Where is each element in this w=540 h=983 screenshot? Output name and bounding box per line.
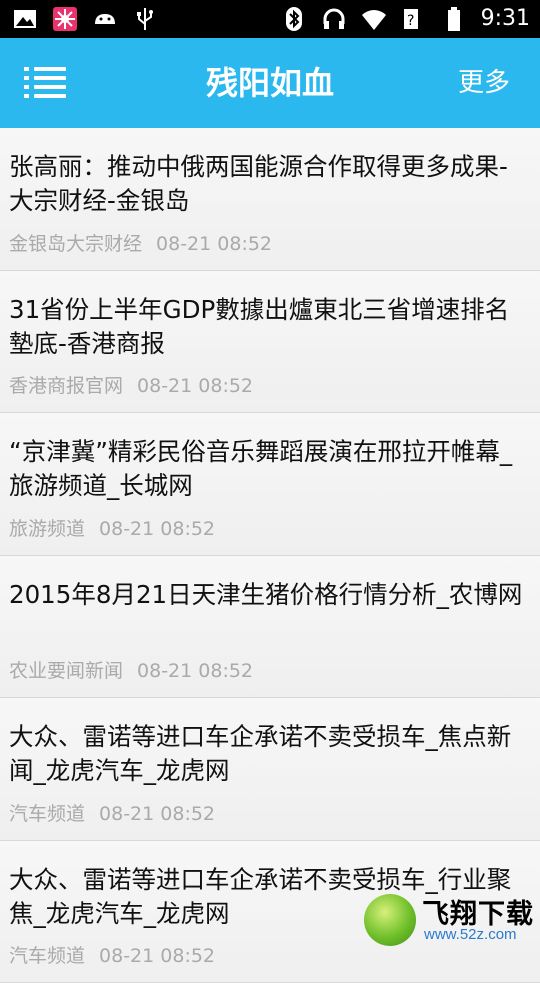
item-meta: 旅游频道 08-21 08:52	[9, 514, 215, 541]
app-bar: 残阳如血 更多	[0, 38, 540, 128]
item-time: 08-21 08:52	[137, 660, 253, 682]
watermark: 飞翔下载 www.52z.com	[364, 890, 534, 952]
usb-icon	[132, 6, 158, 32]
menu-dot	[24, 76, 29, 80]
item-meta: 香港商报官网 08-21 08:52	[9, 371, 253, 398]
item-time: 08-21 08:52	[99, 945, 215, 967]
item-source: 汽车频道	[9, 803, 85, 825]
list-item[interactable]: 2015年8月21日天津生猪价格行情分析_农博网 农业要闻新闻 08-21 08:…	[0, 556, 540, 699]
item-title: 大众、雷诺等进口车企承诺不卖受损车_焦点新闻_龙虎汽车_龙虎网	[9, 720, 530, 788]
item-source: 香港商报官网	[9, 375, 123, 397]
item-time: 08-21 08:52	[137, 375, 253, 397]
item-meta: 汽车频道 08-21 08:52	[9, 799, 215, 826]
menu-dot	[24, 85, 29, 89]
news-feed: 张高丽：推动中俄两国能源合作取得更多成果-大宗财经-金银岛 金银岛大宗财经 08-…	[0, 128, 540, 983]
item-time: 08-21 08:52	[99, 803, 215, 825]
item-time: 08-21 08:52	[156, 233, 272, 255]
status-bar: ? 9:31	[0, 0, 540, 38]
status-left	[12, 6, 158, 32]
item-title: “京津冀”精彩民俗音乐舞蹈展演在邢拉开帷幕_旅游频道_长城网	[9, 435, 530, 503]
list-item[interactable]: “京津冀”精彩民俗音乐舞蹈展演在邢拉开帷幕_旅游频道_长城网 旅游频道 08-21…	[0, 413, 540, 556]
item-source: 汽车频道	[9, 945, 85, 967]
status-right: ? 9:31	[281, 5, 530, 33]
battery-icon	[441, 6, 467, 32]
menu-line	[34, 67, 66, 71]
image-icon	[12, 6, 38, 32]
item-title: 张高丽：推动中俄两国能源合作取得更多成果-大宗财经-金银岛	[9, 150, 530, 218]
flower-icon	[52, 6, 78, 32]
status-time: 9:31	[481, 5, 530, 33]
menu-line	[34, 76, 66, 80]
leaf-logo-icon	[364, 894, 416, 946]
item-title: 31省份上半年GDP數據出爐東北三省增速排名墊底-香港商报	[9, 293, 530, 361]
list-item[interactable]: 大众、雷诺等进口车企承诺不卖受损车_焦点新闻_龙虎汽车_龙虎网 汽车频道 08-2…	[0, 698, 540, 841]
wifi-icon	[361, 6, 387, 32]
item-source: 金银岛大宗财经	[9, 233, 142, 255]
watermark-url: www.52z.com	[424, 926, 517, 943]
bluetooth-icon	[281, 6, 307, 32]
hamburger-menu-icon[interactable]	[24, 65, 68, 101]
item-source: 农业要闻新闻	[9, 660, 123, 682]
headphones-icon	[321, 6, 347, 32]
svg-text:?: ?	[407, 13, 414, 29]
menu-dot	[24, 94, 29, 98]
menu-line	[34, 85, 66, 89]
menu-dot	[24, 67, 29, 71]
android-icon	[92, 6, 118, 32]
list-item[interactable]: 31省份上半年GDP數據出爐東北三省增速排名墊底-香港商报 香港商报官网 08-2…	[0, 271, 540, 414]
signal-icon: ?	[401, 6, 427, 32]
item-meta: 金银岛大宗财经 08-21 08:52	[9, 229, 272, 256]
list-item[interactable]: 张高丽：推动中俄两国能源合作取得更多成果-大宗财经-金银岛 金银岛大宗财经 08-…	[0, 128, 540, 271]
item-meta: 农业要闻新闻 08-21 08:52	[9, 656, 253, 683]
item-time: 08-21 08:52	[99, 518, 215, 540]
menu-line	[34, 94, 66, 98]
item-meta: 汽车频道 08-21 08:52	[9, 941, 215, 968]
item-source: 旅游频道	[9, 518, 85, 540]
more-button[interactable]: 更多	[458, 38, 510, 128]
item-title: 2015年8月21日天津生猪价格行情分析_农博网	[9, 578, 530, 612]
